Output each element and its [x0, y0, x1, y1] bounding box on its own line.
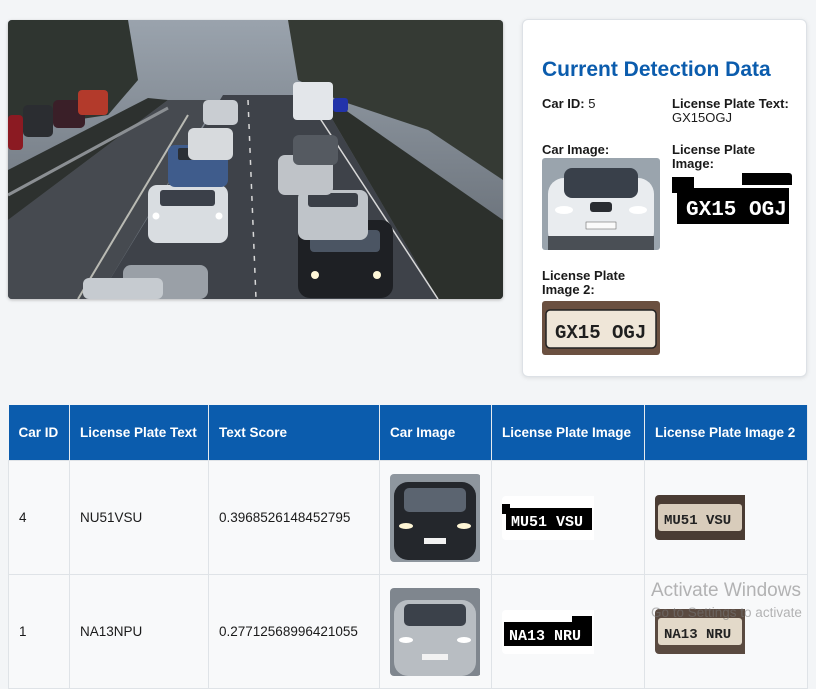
car-image [542, 158, 660, 250]
cell-car-id: 4 [8, 460, 70, 575]
plate-text-value: GX15OGJ [672, 110, 732, 125]
plate-binary-image: GX15 OGJ [672, 173, 792, 228]
row-plate-binary-text: NA13 NRU [509, 628, 581, 645]
cell-car-image [379, 460, 492, 575]
cell-car-image [379, 574, 492, 689]
car-image-label: Car Image: [542, 142, 610, 157]
col-header-plate-image: License Plate Image [491, 405, 645, 461]
plate-photo-image: GX15 OGJ [542, 301, 660, 355]
cell-plate-image: NA13 NRU [491, 574, 645, 689]
row-plate-photo-text: NA13 NRU [664, 627, 731, 643]
car-id-value: 5 [588, 96, 596, 111]
table-row: 4 NU51VSU 0.3968526148452795 MU51 VSU MU… [8, 460, 808, 575]
col-header-plate-image-2: License Plate Image 2 [644, 405, 808, 461]
col-header-car-id: Car ID [8, 405, 70, 461]
table-header-row: Car ID License Plate Text Text Score Car… [8, 405, 808, 461]
car-id-field: Car ID: 5 [542, 97, 595, 111]
col-header-text-score: Text Score [208, 405, 380, 461]
plate-photo-text: GX15 OGJ [555, 322, 646, 344]
row-plate-binary-image: MU51 VSU [502, 495, 634, 540]
current-detection-card: Current Detection Data Car ID: 5 License… [522, 19, 807, 377]
cell-plate-image-2: MU51 VSU [644, 460, 808, 575]
cell-text-score: 0.3968526148452795 [208, 460, 380, 575]
row-car-image [390, 473, 481, 562]
plate-image2-label: License Plate Image 2: [542, 268, 626, 297]
col-header-plate-text: License Plate Text [69, 405, 209, 461]
plate-binary-text: GX15 OGJ [686, 199, 787, 222]
watermark-line2: Go to Settings to activate [651, 605, 802, 620]
col-header-car-image: Car Image [379, 405, 492, 461]
cell-plate-text: NA13NPU [69, 574, 209, 689]
watermark-line1: Activate Windows [651, 580, 801, 601]
detection-title: Current Detection Data [542, 58, 771, 81]
plate-image-label: License Plate Image: [672, 142, 756, 171]
row-plate-binary-image: NA13 NRU [502, 609, 634, 654]
cell-text-score: 0.27712568996421055 [208, 574, 380, 689]
cell-plate-text: NU51VSU [69, 460, 209, 575]
cell-plate-image: MU51 VSU [491, 460, 645, 575]
activate-windows-watermark: Activate Windows Go to Settings to activ… [651, 580, 802, 620]
traffic-video-frame [8, 20, 503, 299]
row-car-image [390, 587, 481, 676]
plate-text-label: License Plate Text: [672, 96, 789, 111]
detections-table: Car ID License Plate Text Text Score Car… [8, 405, 808, 689]
car-id-label: Car ID: [542, 96, 585, 111]
row-plate-photo-text: MU51 VSU [664, 513, 731, 529]
cell-car-id: 1 [8, 574, 70, 689]
row-plate-binary-text: MU51 VSU [511, 514, 583, 531]
row-plate-photo-image: MU51 VSU [655, 495, 797, 540]
plate-text-field: License Plate Text: GX15OGJ [672, 97, 792, 125]
